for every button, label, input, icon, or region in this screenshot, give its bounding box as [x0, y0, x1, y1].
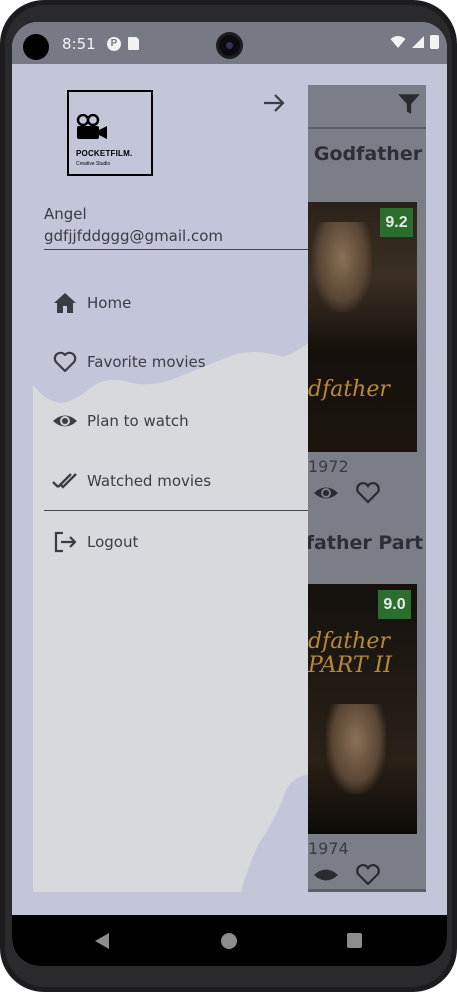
filter-icon[interactable] — [396, 91, 422, 117]
punch-hole-camera — [23, 34, 49, 60]
rating-badge: 9.0 — [378, 590, 411, 619]
logout-icon — [54, 531, 77, 553]
poster-title-art: dfather PART II — [308, 629, 392, 678]
status-bar: 8:51 P — [12, 22, 447, 64]
screen: 8:51 P Godfather dfather 9.2 1972 father… — [12, 22, 447, 966]
movie-title[interactable]: Godfather — [308, 141, 426, 167]
header-divider — [44, 249, 308, 250]
movie-actions — [312, 481, 382, 505]
front-camera — [216, 32, 243, 59]
poster-artwork — [326, 704, 386, 794]
eye-icon[interactable] — [312, 481, 340, 505]
menu-item-favorite-movies[interactable]: Favorite movies — [44, 342, 294, 382]
poster-artwork — [312, 222, 372, 312]
rating-badge: 9.2 — [380, 208, 413, 237]
app-logo: POCKETFILM. Creative Studio — [67, 90, 153, 176]
wifi-icon — [390, 36, 406, 48]
movie-title[interactable]: dfather Part II — [308, 530, 426, 556]
poster-title-art: dfather — [308, 377, 390, 402]
recent-apps-icon[interactable] — [347, 933, 362, 948]
movie-year: 1972 — [308, 457, 349, 476]
movie-camera-icon — [76, 114, 107, 139]
back-icon[interactable] — [92, 931, 112, 951]
logo-subtitle: Creative Studio — [76, 161, 111, 167]
menu-item-logout[interactable]: Logout — [44, 522, 294, 562]
user-name: Angel — [44, 205, 87, 223]
menu-label: Plan to watch — [87, 412, 189, 430]
drawer-content: POCKETFILM. Creative Studio Angel gdfjjf… — [33, 85, 308, 892]
menu-item-plan-to-watch[interactable]: Plan to watch — [44, 401, 294, 441]
system-navigation-bar — [12, 915, 447, 966]
phone-frame: 8:51 P Godfather dfather 9.2 1972 father… — [0, 0, 457, 992]
signal-icon — [412, 36, 424, 48]
user-email: gdfjjfddggg@gmail.com — [44, 227, 224, 245]
menu-item-home[interactable]: Home — [44, 283, 294, 323]
app-bottom-rule — [308, 889, 426, 892]
status-time: 8:51 — [62, 35, 96, 53]
p-badge-icon: P — [107, 37, 121, 51]
system-status-icons — [390, 35, 439, 49]
navigation-drawer: POCKETFILM. Creative Studio Angel gdfjjf… — [33, 85, 308, 892]
home-icon — [54, 293, 76, 313]
movie-list-background: Godfather dfather 9.2 1972 dfather Part … — [308, 85, 426, 892]
menu-divider — [44, 510, 308, 511]
movie-poster[interactable]: dfather PART II 9.0 — [308, 584, 417, 834]
eye-icon — [53, 415, 77, 427]
movie-year: 1974 — [308, 839, 349, 858]
menu-label: Favorite movies — [87, 353, 206, 371]
logo-name: POCKETFILM. — [76, 149, 133, 158]
double-check-icon — [52, 473, 77, 489]
battery-icon — [430, 35, 439, 49]
heart-outline-icon[interactable] — [354, 863, 382, 887]
app-toolbar — [308, 85, 426, 129]
menu-label: Watched movies — [87, 472, 212, 490]
sd-card-icon — [128, 37, 139, 50]
menu-item-watched-movies[interactable]: Watched movies — [44, 461, 294, 501]
home-button-icon[interactable] — [221, 933, 237, 949]
eye-icon[interactable] — [312, 863, 340, 887]
arrow-right-icon[interactable] — [261, 90, 287, 116]
heart-outline-icon[interactable] — [354, 481, 382, 505]
movie-actions — [312, 863, 382, 887]
menu-label: Home — [87, 294, 132, 312]
heart-outline-icon — [53, 351, 77, 373]
menu-label: Logout — [87, 533, 139, 551]
movie-poster[interactable]: dfather 9.2 — [308, 202, 417, 452]
